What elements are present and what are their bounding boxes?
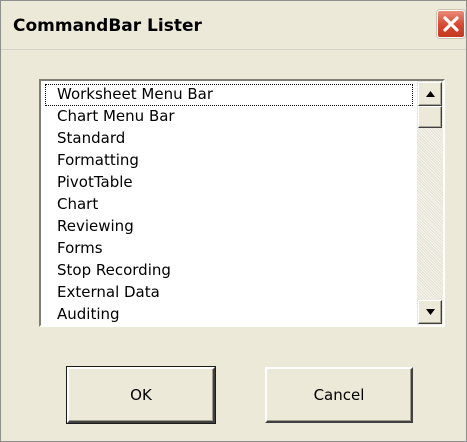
list-item[interactable]: Worksheet Menu Bar — [45, 84, 413, 106]
window-title: CommandBar Lister — [13, 16, 202, 36]
scroll-thumb[interactable] — [418, 106, 442, 128]
cancel-button[interactable]: Cancel — [265, 367, 413, 423]
up-arrow-icon — [426, 91, 435, 97]
list-item[interactable]: Formatting — [45, 150, 413, 172]
list-item[interactable]: Stop Recording — [45, 260, 413, 282]
list-item[interactable]: Chart — [45, 194, 413, 216]
list-item[interactable]: External Data — [45, 282, 413, 304]
list-item[interactable]: Standard — [45, 128, 413, 150]
listbox-items: Worksheet Menu Bar Chart Menu Bar Standard… — [41, 81, 415, 325]
down-arrow-icon — [426, 309, 435, 315]
commandbar-lister-dialog: CommandBar Lister Worksheet Menu Bar Char… — [0, 0, 467, 442]
vertical-scrollbar[interactable] — [417, 81, 443, 325]
title-bar[interactable]: CommandBar Lister — [1, 1, 466, 50]
list-item[interactable]: Auditing — [45, 304, 413, 325]
close-button[interactable] — [437, 10, 465, 38]
list-item[interactable]: Chart Menu Bar — [45, 106, 413, 128]
close-icon — [443, 16, 459, 32]
ok-button[interactable]: OK — [67, 367, 215, 423]
list-item[interactable]: PivotTable — [45, 172, 413, 194]
list-item[interactable]: Reviewing — [45, 216, 413, 238]
scroll-up-button[interactable] — [418, 82, 442, 106]
list-item[interactable]: Forms — [45, 238, 413, 260]
commandbar-listbox[interactable]: Worksheet Menu Bar Chart Menu Bar Standard… — [39, 79, 445, 327]
scroll-down-button[interactable] — [418, 300, 442, 324]
